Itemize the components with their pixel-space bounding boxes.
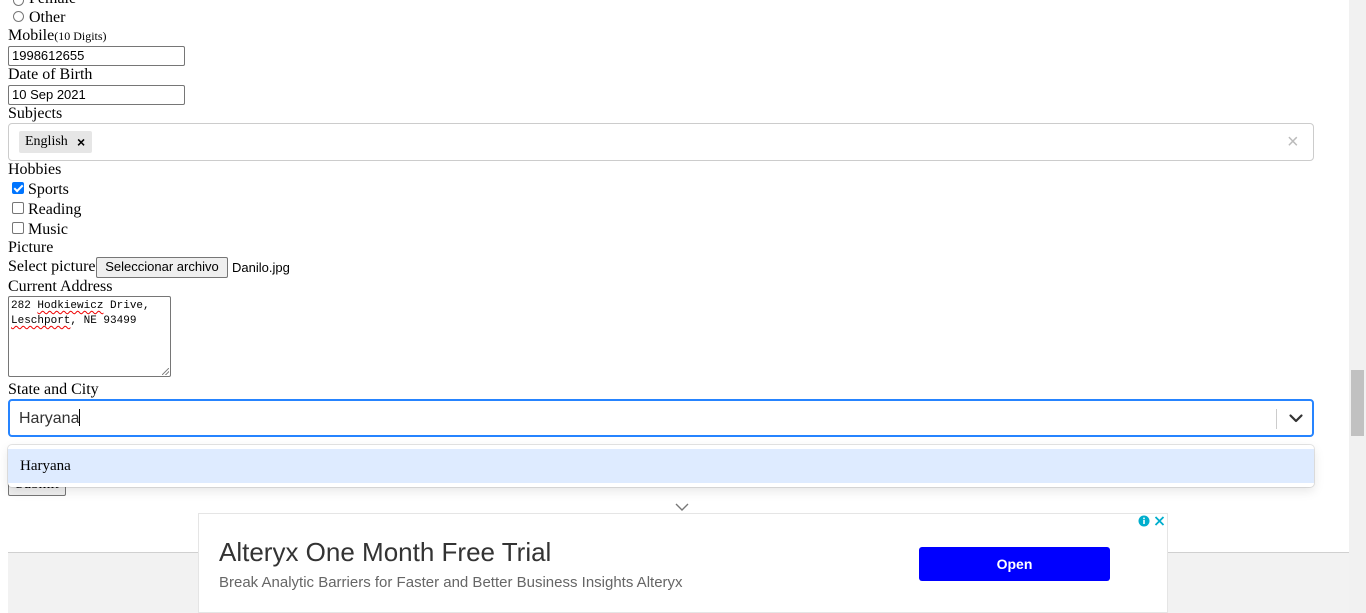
- ad-banner[interactable]: Alteryx One Month Free Trial Break Analy…: [198, 513, 1168, 613]
- textarea-resize-handle-icon[interactable]: [162, 368, 169, 375]
- gender-other-label: Other: [29, 9, 66, 26]
- selected-filename: Danilo.jpg: [232, 260, 290, 275]
- gender-female-radio[interactable]: [13, 0, 24, 6]
- address-line2-rest: , NE 93499: [70, 315, 137, 327]
- address-line1-number: 282: [11, 300, 38, 312]
- select-picture-label: Select picture: [8, 258, 96, 275]
- state-select-input[interactable]: Haryana: [19, 409, 81, 428]
- page-scrollbar[interactable]: [1349, 0, 1366, 613]
- ad-title: Alteryx One Month Free Trial: [219, 537, 552, 567]
- choose-file-button[interactable]: Seleccionar archivo: [96, 257, 228, 278]
- hobbies-label: Hobbies: [8, 161, 62, 178]
- mobile-hint: (10 Digits): [54, 29, 107, 43]
- state-option-label: Haryana: [20, 458, 71, 474]
- text-caret: [79, 409, 81, 426]
- hobby-reading-label: Reading: [28, 201, 82, 218]
- state-select[interactable]: Haryana: [8, 399, 1314, 437]
- address-line-1: 282 Hodkiewicz Drive,: [11, 299, 168, 314]
- address-line1-spellcheck-word: Hodkiewicz: [37, 300, 104, 312]
- subjects-multiselect[interactable]: English × ×: [8, 123, 1314, 161]
- address-line2-spellcheck-word: Leschport: [11, 315, 71, 327]
- subject-chip-english: English ×: [19, 131, 92, 153]
- state-option-haryana[interactable]: Haryana: [8, 449, 1314, 483]
- current-address-textarea[interactable]: 282 Hodkiewicz Drive, Leschport, NE 93499: [8, 296, 171, 377]
- current-address-label: Current Address: [8, 278, 113, 295]
- dob-input[interactable]: 10 Sep 2021: [8, 85, 185, 105]
- hobby-reading-checkbox[interactable]: [12, 202, 24, 214]
- dob-label: Date of Birth: [8, 66, 93, 83]
- gender-female-label: Female: [29, 0, 76, 8]
- hobby-sports-label: Sports: [28, 181, 69, 198]
- hobby-music-label: Music: [28, 221, 68, 238]
- subjects-clear-icon[interactable]: ×: [1287, 131, 1299, 153]
- state-select-input-value: Haryana: [19, 410, 80, 427]
- ad-open-button[interactable]: Open: [919, 547, 1110, 581]
- mobile-label: Mobile(10 Digits): [8, 27, 107, 45]
- state-select-chevron-down-icon[interactable]: [1286, 408, 1306, 428]
- state-city-label: State and City: [8, 381, 99, 398]
- state-select-menu: Haryana: [8, 445, 1314, 487]
- ad-close-icon[interactable]: [1152, 514, 1167, 528]
- hobby-music-checkbox[interactable]: [12, 222, 24, 234]
- hobby-sports-checkbox[interactable]: [12, 182, 24, 194]
- ad-info-icon[interactable]: [1137, 514, 1151, 528]
- subjects-label: Subjects: [8, 105, 63, 122]
- mobile-input[interactable]: 1998612655: [8, 46, 185, 66]
- subject-chip-remove-icon[interactable]: ×: [77, 131, 85, 153]
- address-line1-rest: Drive,: [103, 300, 150, 312]
- page-scrollbar-thumb[interactable]: [1351, 370, 1364, 436]
- gender-other-radio[interactable]: [13, 11, 24, 22]
- mobile-label-text: Mobile: [8, 27, 55, 44]
- state-select-separator: [1276, 409, 1277, 429]
- subject-chip-label: English: [25, 134, 68, 149]
- address-line-2: Leschport, NE 93499: [11, 314, 168, 329]
- ad-subtitle: Break Analytic Barriers for Faster and B…: [219, 574, 683, 591]
- picture-label: Picture: [8, 239, 54, 256]
- ad-collapse-chevron-icon[interactable]: [673, 500, 691, 514]
